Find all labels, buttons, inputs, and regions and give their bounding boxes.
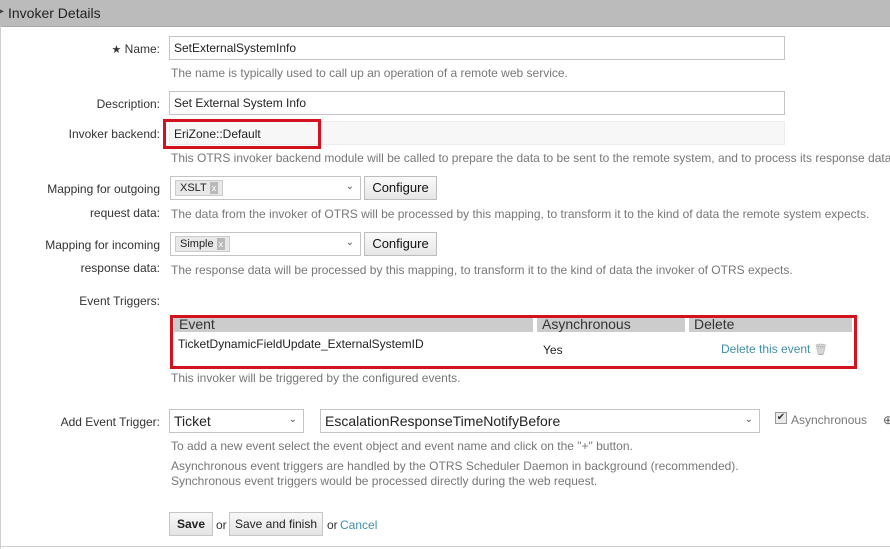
or-text-1: or (216, 518, 227, 532)
chevron-down-icon: ⌄ (345, 237, 354, 248)
widget-header (0, 0, 890, 27)
backend-label: Invoker backend: (68, 127, 160, 141)
collapse-toggle-icon[interactable]: ▸ (0, 7, 5, 17)
remove-tag-icon[interactable]: x (216, 238, 226, 250)
event-name-select[interactable]: EscalationResponseTimeNotifyBefore ⌄ (320, 409, 760, 433)
name-label-text: Name: (124, 42, 160, 56)
incoming-configure-button[interactable]: Configure (364, 232, 437, 256)
incoming-mapping-select[interactable]: Simple x ⌄ (170, 232, 361, 256)
name-label: ★ Name: (60, 42, 160, 56)
event-object-select[interactable]: Ticket ⌄ (169, 409, 304, 433)
asynchronous-checkbox-label: Asynchronous (791, 413, 868, 427)
remove-tag-icon[interactable]: x (209, 182, 219, 194)
add-event-hint-2: Asynchronous event triggers are handled … (171, 459, 739, 473)
asynchronous-checkbox[interactable]: ✔ (775, 412, 787, 424)
event-object-value: Ticket (174, 413, 211, 429)
widget-bottom-border (0, 546, 890, 547)
or-text-2: or (327, 518, 338, 532)
save-button[interactable]: Save (169, 512, 213, 536)
outgoing-mapping-select[interactable]: XSLT x ⌄ (170, 176, 361, 200)
plus-icon[interactable]: ⊕ (883, 413, 890, 427)
outgoing-configure-button[interactable]: Configure (364, 176, 437, 200)
incoming-selected-tag: Simple x (175, 236, 231, 252)
incoming-tag-text: Simple (180, 238, 214, 250)
widget-border (0, 26, 1, 549)
add-event-hint-1: To add a new event select the event obje… (171, 439, 633, 453)
event-table-highlight-box (170, 315, 857, 369)
add-event-hint-3: Synchronous event triggers would be proc… (171, 474, 598, 488)
description-label: Description: (96, 97, 160, 111)
add-event-label: Add Event Trigger: (60, 415, 160, 429)
backend-highlight-box (163, 119, 321, 149)
outgoing-selected-tag: XSLT x (175, 180, 224, 196)
incoming-hint: The response data will be processed by t… (171, 263, 793, 277)
outgoing-hint: The data from the invoker of OTRS will b… (171, 207, 870, 221)
chevron-down-icon: ⌄ (288, 414, 297, 425)
incoming-label-1: Mapping for incoming (45, 238, 160, 252)
required-star-icon: ★ (111, 44, 122, 56)
cancel-link[interactable]: Cancel (340, 518, 377, 532)
backend-hint: This OTRS invoker backend module will be… (171, 151, 890, 165)
widget-title: Invoker Details (8, 5, 101, 21)
event-triggers-label: Event Triggers: (79, 294, 160, 308)
outgoing-tag-text: XSLT (180, 182, 207, 194)
event-triggers-hint: This invoker will be triggered by the co… (171, 371, 461, 385)
name-hint: The name is typically used to call up an… (171, 66, 568, 80)
description-input[interactable]: Set External System Info (169, 91, 785, 115)
name-input[interactable]: SetExternalSystemInfo (169, 36, 785, 60)
chevron-down-icon: ⌄ (345, 181, 354, 192)
event-name-value: EscalationResponseTimeNotifyBefore (325, 413, 561, 429)
chevron-down-icon: ⌄ (744, 414, 753, 425)
incoming-label-2: response data: (80, 261, 160, 275)
outgoing-label-2: request data: (89, 206, 160, 220)
outgoing-label-1: Mapping for outgoing (47, 182, 160, 196)
save-and-finish-button[interactable]: Save and finish (229, 512, 323, 536)
